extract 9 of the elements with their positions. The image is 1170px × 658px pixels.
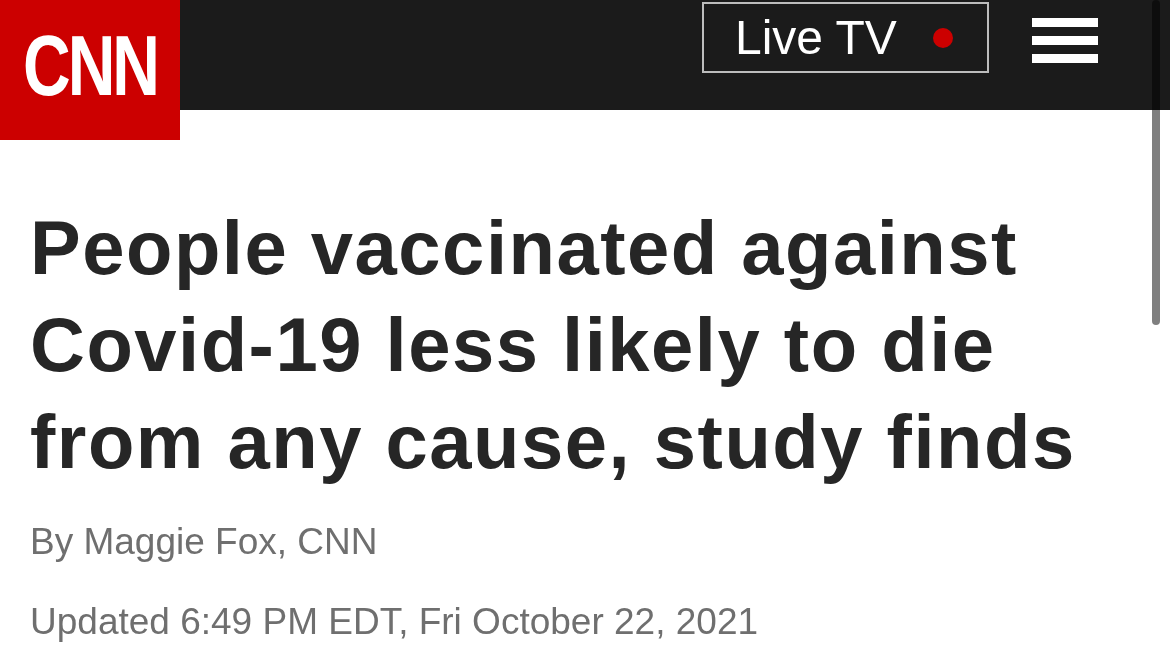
article-timestamp: Updated 6:49 PM EDT, Fri October 22, 2021 (30, 602, 759, 642)
live-tv-button[interactable]: Live TV (702, 2, 989, 73)
menu-button[interactable] (1032, 18, 1098, 63)
scrollbar-thumb[interactable] (1152, 0, 1160, 325)
logo-wordmark: CNN (23, 16, 157, 115)
logo-tile[interactable]: CNN (0, 0, 180, 140)
menu-icon (1032, 18, 1098, 63)
article-headline: People vaccinated against Covid-19 less likely to die from any cause, study finds (30, 204, 1077, 486)
article-byline: By Maggie Fox, CNN (30, 522, 378, 562)
